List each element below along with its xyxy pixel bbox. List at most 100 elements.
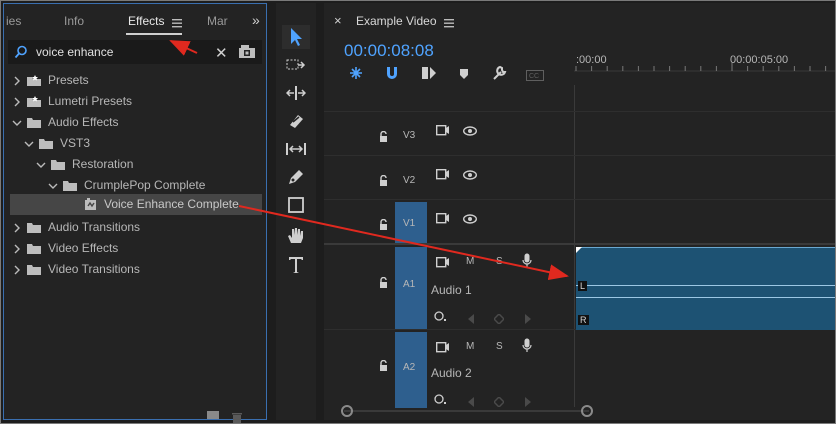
- svg-text:CC: CC: [529, 73, 539, 80]
- tree-item-label: Audio Transitions: [48, 220, 141, 234]
- tree-item[interactable]: Audio Effects: [4, 112, 262, 133]
- delete-icon[interactable]: [232, 410, 242, 423]
- track-name: V1: [403, 218, 416, 229]
- chevron-down-icon[interactable]: [48, 179, 58, 191]
- scroll-handle-right[interactable]: [581, 405, 593, 417]
- mute-button[interactable]: M: [466, 256, 474, 267]
- lock-icon[interactable]: [379, 217, 388, 235]
- audio-clip[interactable]: L R: [576, 247, 835, 330]
- solo-button[interactable]: S: [496, 341, 503, 352]
- rectangle-icon[interactable]: [282, 193, 310, 217]
- chevron-right-icon[interactable]: [12, 242, 22, 254]
- keyframe-toggle-icon[interactable]: [434, 392, 448, 410]
- tree-item[interactable]: Voice Enhance Complete: [10, 194, 262, 215]
- chevron-right-icon[interactable]: [12, 263, 22, 275]
- sync-lock-icon[interactable]: [435, 255, 450, 273]
- sequence-tab[interactable]: Example Video: [356, 14, 437, 28]
- video-track-v2[interactable]: V2: [324, 155, 835, 200]
- tree-item[interactable]: Lumetri Presets: [4, 91, 262, 112]
- lock-icon[interactable]: [379, 173, 388, 191]
- close-sequence-icon[interactable]: ×: [334, 13, 342, 28]
- nest-icon[interactable]: [349, 66, 363, 80]
- timeline-scrollbar[interactable]: [344, 410, 589, 412]
- tab-effects[interactable]: Effects: [128, 14, 164, 28]
- tree-item[interactable]: Presets: [4, 70, 262, 91]
- ripple-edit-icon[interactable]: [282, 81, 310, 105]
- chevron-right-icon[interactable]: [12, 74, 22, 86]
- tab-markers[interactable]: Mar: [207, 14, 228, 28]
- chevron-right-icon[interactable]: [12, 221, 22, 233]
- snap-icon[interactable]: [385, 66, 399, 80]
- tree-item[interactable]: Audio Transitions: [4, 217, 262, 238]
- eye-icon[interactable]: [462, 211, 478, 229]
- timeline-settings-icon[interactable]: [491, 65, 507, 81]
- folder-icon: [26, 263, 42, 275]
- folder-icon: [26, 242, 42, 254]
- selection-tool-icon[interactable]: [282, 25, 310, 49]
- tab-libraries[interactable]: ies: [6, 14, 21, 28]
- chevron-down-icon[interactable]: [12, 116, 22, 128]
- active-tab-indicator: [126, 33, 182, 35]
- lock-icon[interactable]: [379, 358, 388, 376]
- add-marker-icon[interactable]: [458, 67, 470, 79]
- video-track-v1[interactable]: V1: [324, 199, 835, 244]
- tree-item[interactable]: Video Effects: [4, 238, 262, 259]
- razor-icon[interactable]: [282, 109, 310, 133]
- track-target-v1[interactable]: V1: [395, 202, 427, 244]
- lock-icon[interactable]: [379, 275, 388, 293]
- scroll-handle-left[interactable]: [341, 405, 353, 417]
- sync-lock-icon[interactable]: [435, 340, 450, 358]
- microphone-icon[interactable]: [522, 253, 532, 273]
- sync-lock-icon[interactable]: [435, 167, 450, 185]
- track-target-a1[interactable]: A1: [395, 247, 427, 329]
- new-custom-bin-icon[interactable]: [238, 45, 256, 59]
- track-select-icon[interactable]: [282, 53, 310, 77]
- search-input[interactable]: [36, 44, 196, 60]
- add-keyframe-icon[interactable]: [492, 311, 506, 329]
- tree-item[interactable]: Video Transitions: [4, 259, 262, 280]
- eye-icon[interactable]: [462, 123, 478, 141]
- panel-menu-icon[interactable]: [172, 15, 182, 28]
- track-name: A1: [403, 279, 416, 290]
- chevron-right-icon[interactable]: [12, 95, 22, 107]
- tree-item[interactable]: VST3: [4, 133, 262, 154]
- tree-item[interactable]: CrumplePop Complete: [4, 175, 262, 196]
- next-keyframe-icon[interactable]: [524, 311, 532, 329]
- previous-keyframe-icon[interactable]: [467, 311, 475, 329]
- keyframe-toggle-icon[interactable]: [434, 309, 448, 327]
- timeline-menu-icon[interactable]: [444, 15, 454, 28]
- tree-item-label: Voice Enhance Complete: [104, 197, 239, 211]
- tree-item-label: Video Transitions: [48, 262, 140, 276]
- linked-selection-icon[interactable]: [421, 66, 437, 80]
- microphone-icon[interactable]: [522, 338, 532, 358]
- lock-icon[interactable]: [379, 129, 388, 147]
- overflow-chevron-icon[interactable]: »: [252, 12, 260, 28]
- audio-track-a2[interactable]: A2 M S Audio 2: [324, 329, 835, 410]
- effects-panel: ies Info Effects Mar » ✕ Presets Lumetri …: [3, 3, 267, 423]
- slip-icon[interactable]: [282, 137, 310, 161]
- type-icon[interactable]: [282, 253, 310, 277]
- tab-info[interactable]: Info: [64, 14, 84, 28]
- solo-button[interactable]: S: [496, 256, 503, 267]
- chevron-down-icon[interactable]: [36, 158, 46, 170]
- track-header: A1 M S Audio 1: [324, 245, 574, 329]
- sync-lock-icon[interactable]: [435, 123, 450, 141]
- track-target-a2[interactable]: A2: [395, 332, 427, 408]
- captions-icon[interactable]: CC: [526, 68, 544, 81]
- new-bin-icon[interactable]: [207, 411, 219, 419]
- sync-lock-icon[interactable]: [435, 211, 450, 229]
- tree-item[interactable]: Restoration: [4, 154, 262, 175]
- time-ruler[interactable]: :00:00 00:00:05:00: [574, 37, 835, 83]
- clear-search-icon[interactable]: ✕: [215, 44, 228, 62]
- eye-icon[interactable]: [462, 167, 478, 185]
- playhead-timecode[interactable]: 00:00:08:08: [344, 41, 434, 61]
- video-track-v3[interactable]: V3: [324, 111, 835, 156]
- pen-icon[interactable]: [282, 165, 310, 189]
- hand-icon[interactable]: [282, 223, 310, 247]
- clip-divider: [576, 285, 835, 286]
- folder-icon: [26, 221, 42, 233]
- timeline-panel: × Example Video 00:00:08:08 CC :00:00 00…: [324, 3, 835, 420]
- mute-button[interactable]: M: [466, 341, 474, 352]
- effect-icon: [84, 198, 100, 210]
- chevron-down-icon[interactable]: [24, 137, 34, 149]
